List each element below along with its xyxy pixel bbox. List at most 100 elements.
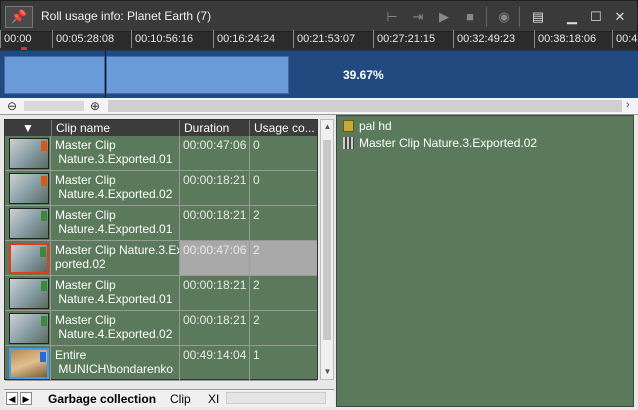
tab-clip[interactable]: Clip [170, 392, 191, 406]
timecode-ruler[interactable]: 00:00 00:05:28:08 00:10:56:16 00:16:24:2… [0, 30, 638, 50]
zoom-slider[interactable] [24, 101, 84, 111]
stop-icon[interactable]: ■ [461, 8, 479, 26]
usage-percent: 39.67% [343, 68, 384, 82]
ruler-tick: 00:38:18:06 [534, 30, 596, 48]
table-header: ▼ Clip name Duration Usage co... [5, 120, 317, 136]
status-badge [40, 352, 46, 362]
usage-count-cell: 2 [253, 278, 260, 292]
usage-count-cell: 2 [250, 241, 317, 275]
duration-cell: 00:00:47:06 [180, 136, 250, 170]
scrollbar-thumb[interactable] [323, 140, 331, 340]
play-icon[interactable]: ▶ [435, 8, 453, 26]
used-segment[interactable] [4, 56, 105, 94]
clip-thumbnail [9, 313, 49, 344]
clip-name-cell: Master Clip Nature.4.Exported.02 [52, 311, 180, 345]
clip-table: ▼ Clip name Duration Usage co... Master … [4, 119, 318, 381]
tab-bar: ◀ ▶ Garbage collection Clip XI [4, 389, 334, 407]
thumbnail-cell [5, 171, 51, 205]
duration-cell: 00:00:18:21 [180, 276, 250, 310]
used-segment[interactable] [106, 56, 289, 94]
clip-thumbnail [9, 138, 49, 169]
maximize-icon[interactable]: ☐ [586, 7, 606, 27]
table-row[interactable]: Entire MUNICH\bondarenko 00:49:14:04 1 [5, 346, 317, 381]
pin-icon[interactable]: 📌 [5, 6, 33, 28]
scroll-up-icon[interactable]: ▲ [322, 122, 333, 132]
tab-xi[interactable]: XI [208, 392, 219, 406]
bin-tree-panel: pal hd Master Clip Nature.3.Exported.02 [336, 115, 634, 407]
options-icon[interactable]: ▤ [528, 7, 548, 27]
minimize-icon[interactable]: ▁ [562, 7, 582, 27]
ruler-tick: 00:16:24:24 [213, 30, 275, 48]
zoom-bar: ⊖ ⊕ ‹ › [0, 98, 638, 115]
duration-cell: 00:00:18:21 [180, 311, 250, 345]
column-header-duration[interactable]: Duration [180, 120, 250, 136]
clip-thumbnail [9, 243, 49, 274]
close-icon[interactable]: ✕ [610, 7, 630, 27]
ruler-tick: 00:43 [612, 30, 638, 48]
clip-name-cell: Entire MUNICH\bondarenko [52, 346, 180, 380]
tree-item-bin[interactable]: pal hd [343, 119, 392, 133]
tree-item-label: Master Clip Nature.3.Exported.02 [359, 136, 538, 150]
status-badge [41, 141, 47, 151]
vertical-scrollbar[interactable]: ▲ ▼ [320, 119, 334, 380]
status-badge [41, 211, 47, 221]
mark-out-icon[interactable]: ⇥ [409, 8, 427, 26]
table-row[interactable]: Master Clip Nature.3.Ex ported.02 00:00:4… [5, 241, 317, 276]
thumbnail-cell [5, 311, 51, 345]
clip-name-cell: Master Clip Nature.3.Ex ported.02 [52, 241, 180, 275]
scroll-down-icon[interactable]: ▼ [322, 367, 333, 377]
clip-thumbnail [9, 278, 49, 309]
usage-count-cell: 1 [253, 348, 260, 362]
table-row[interactable]: Master Clip Nature.4.Exported.01 00:00:18… [5, 206, 317, 241]
position-line [105, 51, 106, 99]
view-icon[interactable]: ◉ [495, 8, 513, 26]
tab-garbage-collection[interactable]: Garbage collection [48, 392, 156, 406]
status-badge [41, 176, 47, 186]
thumbnail-cell [5, 241, 51, 275]
tree-item-clip[interactable]: Master Clip Nature.3.Exported.02 [343, 136, 537, 150]
window-title: Roll usage info: Planet Earth (7) [41, 9, 212, 23]
table-row[interactable]: Master Clip Nature.3.Exported.01 00:00:47… [5, 136, 317, 171]
clip-thumbnail [9, 348, 49, 379]
duration-cell: 00:49:14:04 [180, 346, 250, 380]
ruler-tick: 00:05:28:08 [52, 30, 114, 48]
mark-in-icon[interactable]: ⊢ [383, 8, 401, 26]
clip-icon [343, 137, 354, 149]
clip-name-cell: Master Clip Nature.3.Exported.01 [52, 136, 180, 170]
bin-icon [343, 120, 354, 132]
column-header-clip-name[interactable]: Clip name [52, 120, 180, 136]
scroll-right-icon[interactable]: › [626, 99, 630, 111]
duration-cell: 00:00:18:21 [180, 171, 250, 205]
status-badge [41, 281, 47, 291]
horizontal-scrollbar[interactable] [108, 100, 622, 112]
sort-icon[interactable]: ▼ [5, 120, 52, 136]
ruler-tick: 00:00 [0, 30, 32, 48]
ruler-tick: 00:21:53:07 [293, 30, 355, 48]
clip-thumbnail [9, 173, 49, 204]
usage-band[interactable]: 39.67% [0, 50, 638, 99]
table-row[interactable]: Master Clip Nature.4.Exported.02 00:00:18… [5, 311, 317, 346]
zoom-in-icon[interactable]: ⊕ [88, 99, 102, 113]
thumbnail-cell [5, 136, 51, 170]
status-badge [41, 316, 47, 326]
clip-name-cell: Master Clip Nature.4.Exported.01 [52, 206, 180, 240]
thumbnail-cell [5, 346, 51, 380]
tree-item-label: pal hd [359, 119, 392, 133]
ruler-tick: 00:27:21:15 [373, 30, 435, 48]
usage-count-cell: 2 [253, 208, 260, 222]
table-row[interactable]: Master Clip Nature.4.Exported.01 00:00:18… [5, 276, 317, 311]
tab-prev-icon[interactable]: ◀ [6, 392, 18, 405]
separator [519, 7, 520, 27]
clip-name-cell: Master Clip Nature.4.Exported.01 [52, 276, 180, 310]
tab-next-icon[interactable]: ▶ [20, 392, 32, 405]
thumbnail-cell [5, 206, 51, 240]
zoom-out-icon[interactable]: ⊖ [5, 99, 19, 113]
ruler-tick: 00:10:56:16 [131, 30, 193, 48]
usage-count-cell: 0 [253, 173, 260, 187]
separator [486, 7, 487, 27]
usage-count-cell: 0 [253, 138, 260, 152]
column-header-usage[interactable]: Usage co... [250, 120, 317, 136]
duration-cell: 00:00:47:06 [180, 241, 250, 275]
tab-scrollbar[interactable] [226, 392, 326, 404]
table-row[interactable]: Master Clip Nature.4.Exported.02 00:00:18… [5, 171, 317, 206]
